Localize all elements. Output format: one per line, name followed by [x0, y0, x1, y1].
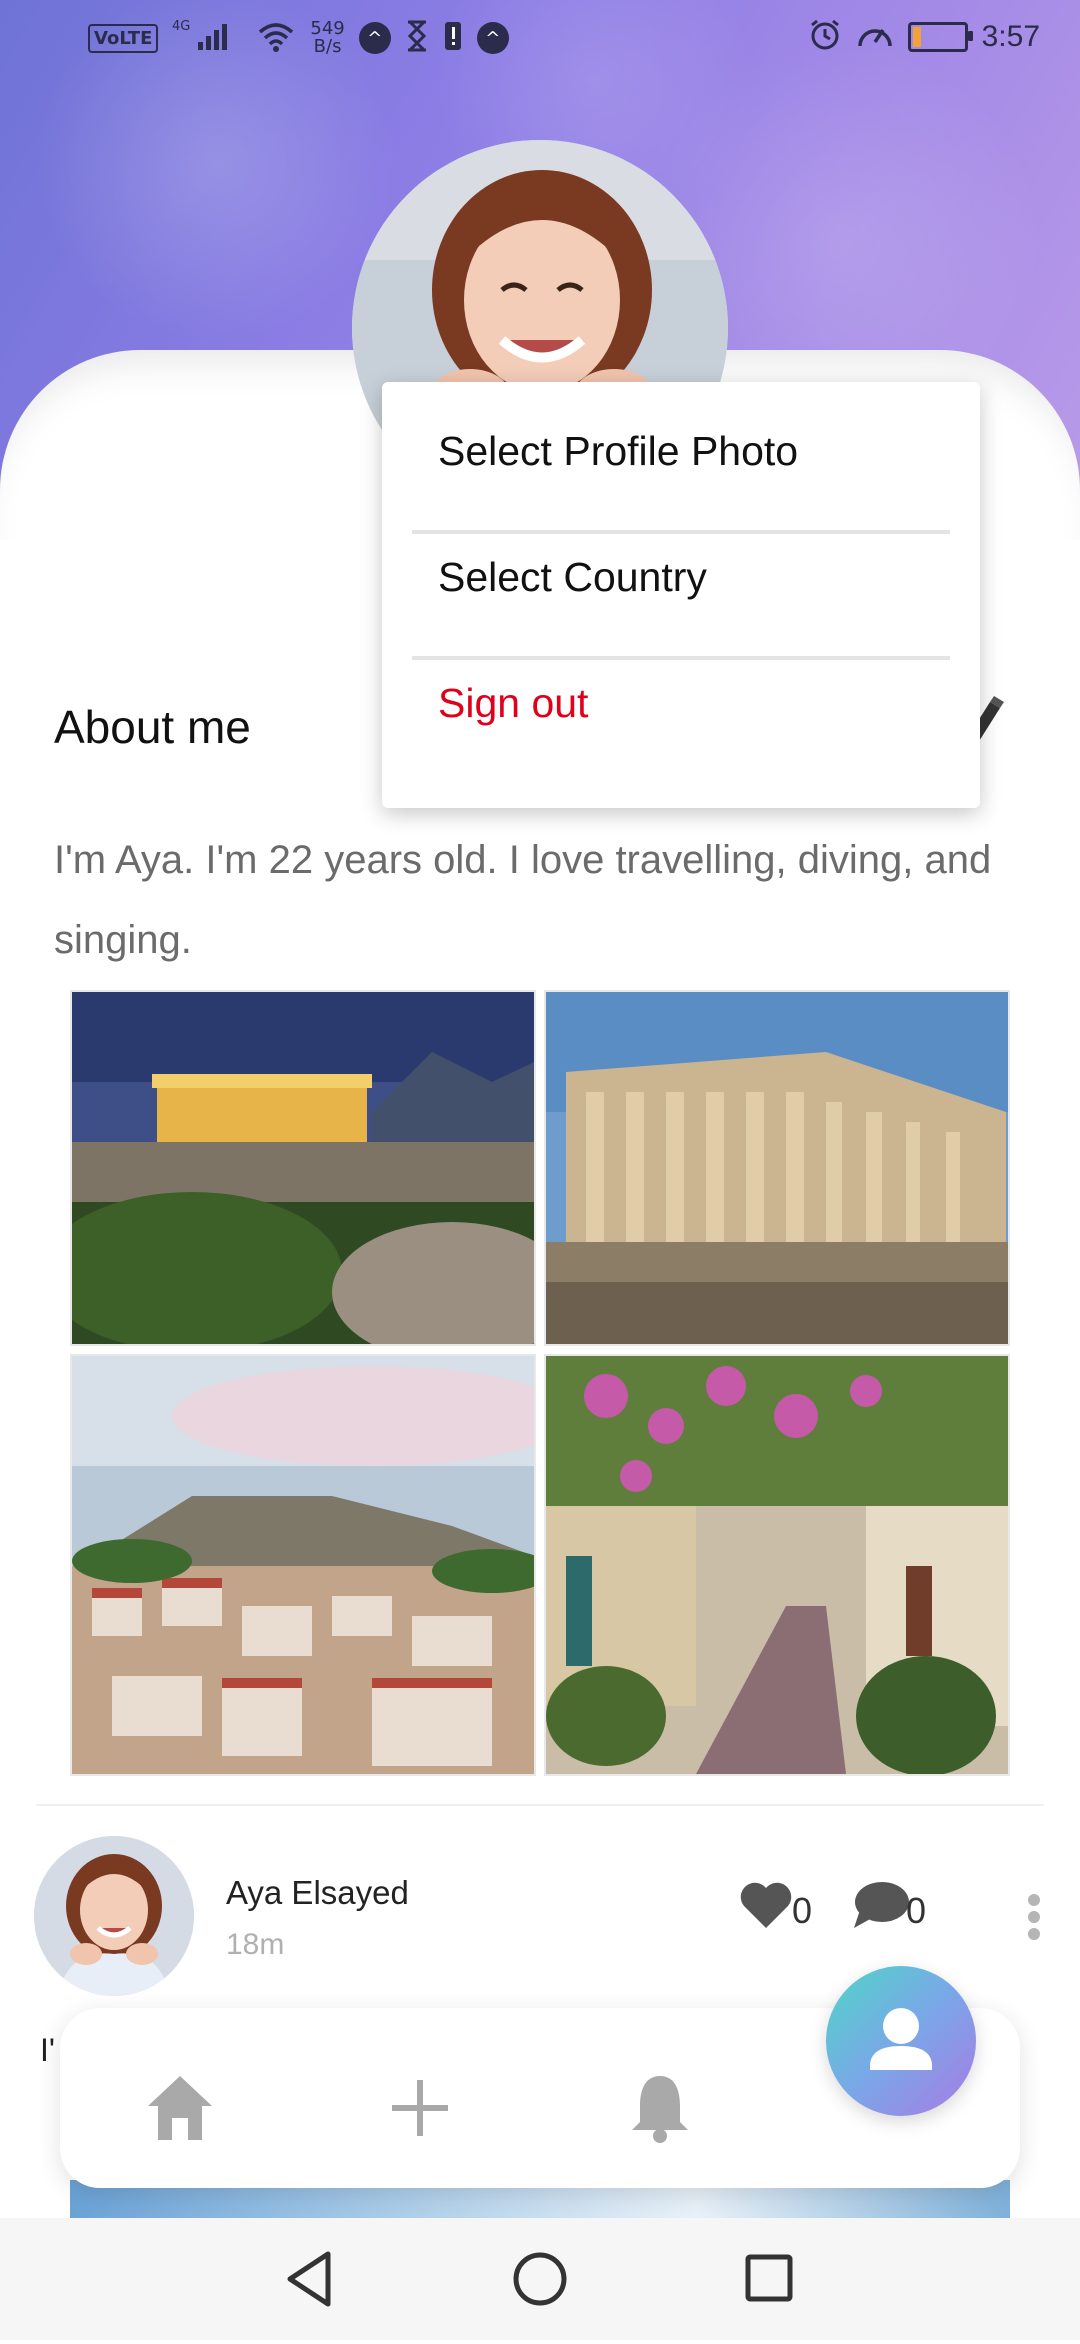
recents-icon[interactable] [745, 2254, 793, 2302]
signal-icon: 4G [172, 18, 242, 58]
section-divider [36, 1804, 1044, 1806]
comment-count: 0 [906, 1890, 927, 1931]
app-notification-icon-2: ^ [476, 22, 509, 54]
svg-text:4G: 4G [172, 19, 190, 34]
post-timestamp: 18m [226, 1928, 285, 1961]
plus-icon[interactable] [382, 2070, 458, 2146]
photo-athens-city[interactable] [70, 1354, 536, 1776]
home-icon[interactable] [142, 2070, 218, 2146]
profile-tab-button[interactable] [826, 1966, 976, 2116]
hourglass-icon [405, 20, 429, 56]
app-notification-icon: ^ [358, 22, 391, 54]
alarm-icon [808, 18, 842, 56]
post-author-name[interactable]: Aya Elsayed [226, 1874, 409, 1912]
wifi-icon [256, 20, 296, 56]
back-icon[interactable] [287, 2251, 331, 2307]
status-bar: VoLTE 4G 549 B/s ^ ^ 3:57 [0, 0, 1080, 80]
alert-icon [443, 20, 463, 56]
bell-icon[interactable] [622, 2070, 698, 2146]
photo-plaka-street[interactable] [544, 1354, 1010, 1776]
menu-divider [412, 530, 950, 534]
photo-acropolis-night[interactable] [70, 990, 536, 1346]
data-rate: 549 B/s [310, 20, 344, 56]
battery-level [912, 27, 922, 47]
about-me-heading: About me [54, 701, 251, 753]
more-options-icon[interactable] [1026, 1892, 1042, 1942]
battery-icon [907, 22, 973, 52]
comment-icon[interactable] [852, 1880, 910, 1932]
profile-options-menu: Select Profile Photo Select Country Sign… [382, 382, 980, 808]
menu-divider [412, 656, 950, 660]
menu-item-sign-out[interactable]: Sign out [438, 680, 588, 727]
speedometer-icon [856, 18, 894, 56]
volte-indicator: VoLTE [88, 23, 159, 53]
menu-item-select-profile-photo[interactable]: Select Profile Photo [438, 428, 798, 475]
about-me-text: I'm Aya. I'm 22 years old. I love travel… [54, 838, 992, 962]
photo-parthenon-day[interactable] [544, 990, 1010, 1346]
data-rate-unit: B/s [313, 36, 342, 57]
clock: 3:57 [981, 20, 1040, 53]
like-count: 0 [792, 1890, 813, 1931]
heart-icon[interactable] [738, 1880, 794, 1930]
photo-grid [70, 990, 1010, 1776]
post-author-avatar[interactable] [34, 1836, 194, 1996]
post-text-preview: I' [40, 2032, 55, 2068]
menu-item-select-country[interactable]: Select Country [438, 554, 707, 601]
system-navigation-bar [0, 2218, 1080, 2340]
user-icon [870, 2008, 932, 2070]
home-circle-icon[interactable] [513, 2252, 567, 2306]
